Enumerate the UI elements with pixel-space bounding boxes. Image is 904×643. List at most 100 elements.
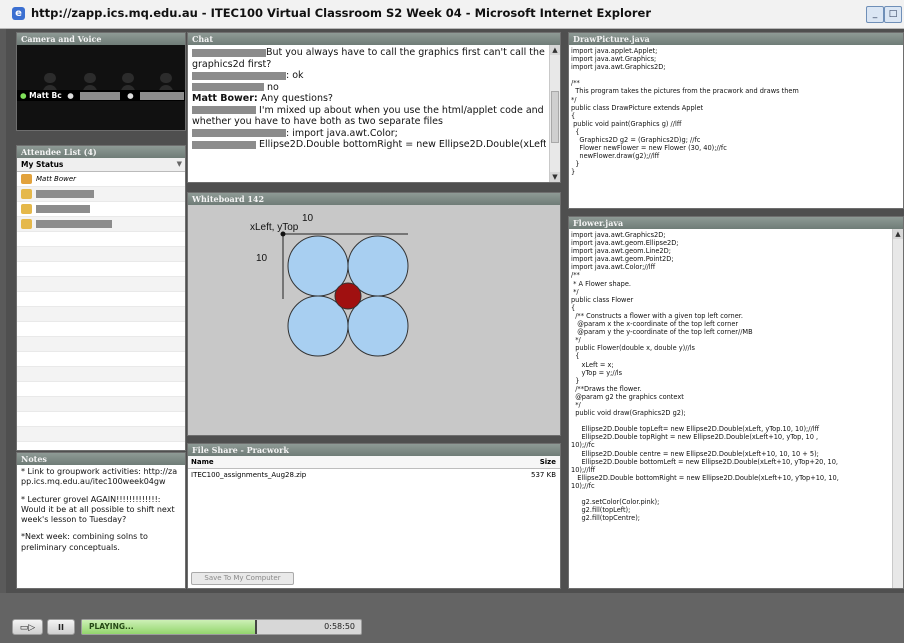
drawpicture-code[interactable]: import java.applet.Applet; import java.a… <box>569 45 903 177</box>
maximize-button[interactable]: □ <box>884 6 902 23</box>
camera-video <box>17 45 185 130</box>
redacted-name <box>140 92 185 100</box>
playback-status: PLAYING... <box>89 622 134 631</box>
redacted-name <box>192 140 256 149</box>
redacted-name <box>192 83 264 91</box>
chat-pod-title: Chat <box>188 33 560 45</box>
chat-message: : import java.awt.Color; <box>192 128 546 140</box>
participant-icon <box>21 189 32 199</box>
scroll-thumb[interactable] <box>551 91 559 143</box>
scroll-up-icon[interactable]: ▲ <box>893 229 903 239</box>
file-row[interactable]: ITEC100_assignments_Aug28.zip 537 KB <box>188 469 560 481</box>
attendee-empty-row <box>17 232 185 247</box>
redacted-name <box>192 71 286 80</box>
attendee-list: Matt Bower <box>17 172 185 450</box>
playback-time: 0:58:50 <box>324 622 355 631</box>
note-item: * Link to groupwork activities: http://z… <box>21 467 178 487</box>
attendee-host[interactable]: Matt Bower <box>17 172 185 187</box>
attendee-empty-row <box>17 367 185 382</box>
speaker-strip: ● Matt Bc ● ● <box>17 90 185 101</box>
flower-pod: Flower.java import java.awt.Graphics2D; … <box>568 216 904 589</box>
attendee-empty-row <box>17 427 185 442</box>
pause-button[interactable]: II <box>47 619 75 635</box>
flower-scrollbar[interactable]: ▲ <box>892 229 903 588</box>
redacted-name <box>80 92 121 100</box>
file-name: ITEC100_assignments_Aug28.zip <box>191 471 307 479</box>
attendee-empty-row <box>17 322 185 337</box>
minimize-button[interactable]: _ <box>866 6 884 23</box>
my-status-dropdown[interactable]: My Status ▼ <box>17 158 185 172</box>
redacted-name <box>36 220 112 228</box>
note-item: *Next week: combining solns to prelimina… <box>21 532 148 552</box>
fileshare-pod-title: File Share - Pracwork <box>188 444 560 456</box>
playback-progress-bar[interactable]: PLAYING... 0:58:50 <box>81 619 362 635</box>
scroll-down-icon[interactable]: ▼ <box>550 172 560 182</box>
origin-label: xLeft, yTop <box>250 222 299 233</box>
flower-pod-title: Flower.java <box>569 217 903 229</box>
attendee-empty-row <box>17 442 185 450</box>
chat-message: I'm mixed up about when you use the html… <box>192 104 544 127</box>
chat-message: no <box>192 82 546 94</box>
height-label: 10 <box>256 253 268 264</box>
speaker-name: Matt Bc <box>29 91 62 100</box>
notes-content[interactable]: * Link to groupwork activities: http://z… <box>17 465 185 562</box>
attendee-empty-row <box>17 277 185 292</box>
width-label: 10 <box>302 213 314 224</box>
scroll-up-icon[interactable]: ▲ <box>550 45 560 55</box>
fileshare-pod: File Share - Pracwork Name Size ITEC100_… <box>187 443 561 589</box>
classroom-workspace: Camera and Voice ● Matt Bc ● ● Attendee … <box>6 29 904 593</box>
drawpicture-pod-title: DrawPicture.java <box>569 33 903 45</box>
chat-pod: Chat But you always have to call the gra… <box>187 32 561 183</box>
attendee-empty-row <box>17 307 185 322</box>
chat-message: : ok <box>192 70 546 82</box>
flower-code[interactable]: import java.awt.Graphics2D; import java.… <box>569 229 903 522</box>
note-item: * Lecturer grovel AGAIN!!!!!!!!!!!!!: Wo… <box>21 494 175 525</box>
microphone-icon: ● <box>20 91 27 100</box>
attendee-name: Matt Bower <box>36 175 77 183</box>
save-to-computer-button[interactable]: Save To My Computer <box>191 572 294 585</box>
whiteboard-pod: Whiteboard 142 xLeft, yTop 10 10 <box>187 192 561 436</box>
chevron-down-icon: ▼ <box>176 160 182 168</box>
attendee-pod-title: Attendee List (4) <box>17 146 185 158</box>
attendee-item[interactable] <box>17 217 185 232</box>
redacted-name <box>36 205 90 213</box>
attendee-item[interactable] <box>17 202 185 217</box>
attendee-empty-row <box>17 262 185 277</box>
whiteboard-pod-title: Whiteboard 142 <box>188 193 560 205</box>
flower-centre <box>334 282 362 310</box>
microphone-icon: ● <box>67 91 74 100</box>
attendee-empty-row <box>17 412 185 427</box>
redacted-name <box>192 48 266 57</box>
chat-scrollbar[interactable]: ▲ ▼ <box>549 45 560 182</box>
attendee-empty-row <box>17 382 185 397</box>
chat-message: Ellipse2D.Double bottomRight = new Ellip… <box>192 139 546 151</box>
attendee-pod: Attendee List (4) My Status ▼ Matt Bower <box>16 145 186 451</box>
name-column-header[interactable]: Name <box>191 458 214 466</box>
window-titlebar: e http://zapp.ics.mq.edu.au - ITEC100 Vi… <box>0 0 904 29</box>
camera-pod-title: Camera and Voice <box>17 33 185 45</box>
chat-log: But you always have to call the graphics… <box>188 45 560 182</box>
attendee-empty-row <box>17 247 185 262</box>
chat-message: But you always have to call the graphics… <box>192 47 545 70</box>
rewind-icon: ▭▷ <box>19 623 36 633</box>
whiteboard-canvas[interactable]: xLeft, yTop 10 10 <box>188 205 560 435</box>
window-title: http://zapp.ics.mq.edu.au - ITEC100 Virt… <box>31 6 652 20</box>
notes-pod: Notes * Link to groupwork activities: ht… <box>16 452 186 589</box>
participant-icon <box>21 219 32 229</box>
attendee-empty-row <box>17 337 185 352</box>
fileshare-header-row: Name Size <box>188 456 560 469</box>
redacted-name <box>36 190 94 198</box>
playback-toggle-button[interactable]: ▭▷ <box>12 619 43 635</box>
file-size: 537 KB <box>531 471 556 479</box>
ie-logo-icon: e <box>12 7 25 20</box>
redacted-name <box>192 129 286 137</box>
attendee-empty-row <box>17 292 185 307</box>
attendee-item[interactable] <box>17 187 185 202</box>
attendee-empty-row <box>17 397 185 412</box>
microphone-icon: ● <box>127 91 134 100</box>
playback-scrubber[interactable] <box>254 620 257 634</box>
size-column-header[interactable]: Size <box>540 456 556 468</box>
drawpicture-pod: DrawPicture.java import java.applet.Appl… <box>568 32 904 209</box>
camera-pod: Camera and Voice ● Matt Bc ● ● <box>16 32 186 131</box>
notes-pod-title: Notes <box>17 453 185 465</box>
